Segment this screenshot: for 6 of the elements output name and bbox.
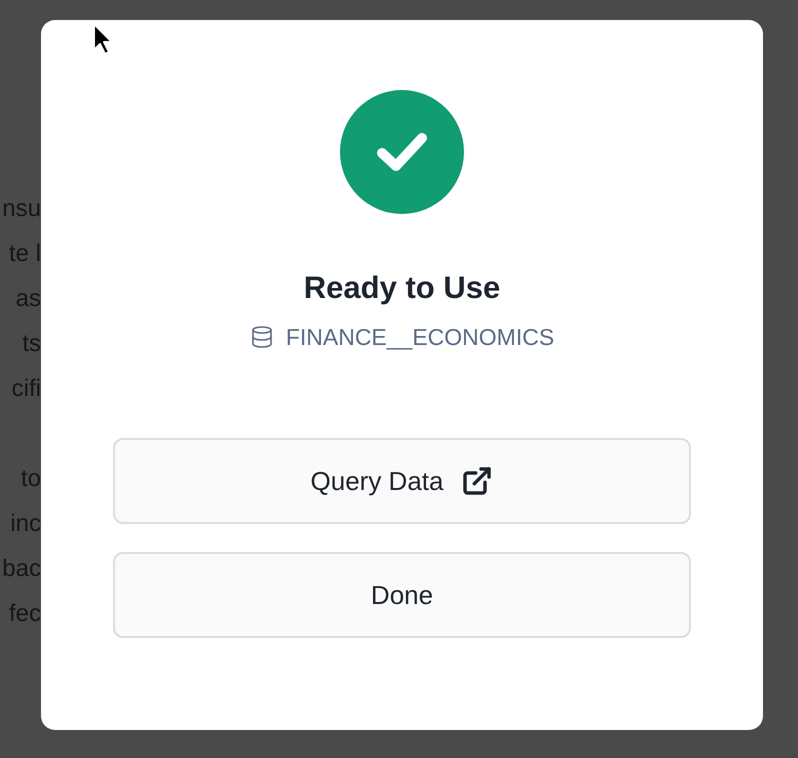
dialog-title: Ready to Use [304, 269, 500, 307]
query-data-button[interactable]: Query Data [113, 438, 691, 524]
database-name: FINANCE__ECONOMICS [286, 323, 554, 352]
external-link-icon [461, 465, 494, 497]
database-icon [250, 325, 274, 349]
done-button[interactable]: Done [113, 552, 691, 638]
